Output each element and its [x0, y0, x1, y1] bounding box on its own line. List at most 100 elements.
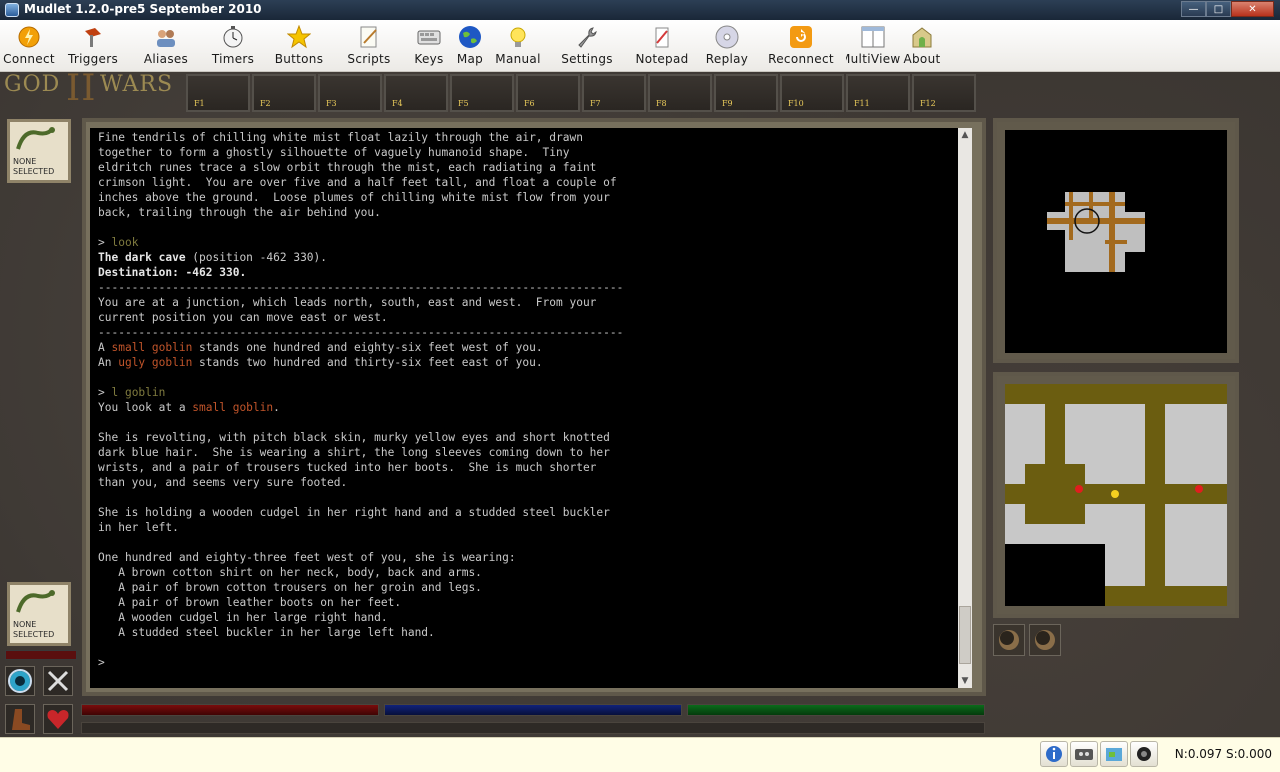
- room-name: The dark cave: [98, 251, 186, 264]
- reconnect-button[interactable]: Reconnect: [766, 23, 836, 69]
- map-toggle-button[interactable]: [1100, 741, 1128, 767]
- console-scrollbar[interactable]: ▲ ▼: [958, 128, 972, 688]
- local-map[interactable]: [1005, 384, 1227, 606]
- fkey-button[interactable]: F10: [780, 74, 844, 112]
- boot-button[interactable]: [5, 704, 35, 734]
- creature-icon: [999, 630, 1019, 650]
- connect-button[interactable]: Connect: [2, 23, 56, 69]
- multiview-icon: [861, 26, 885, 48]
- health-bar: [81, 704, 379, 716]
- overview-map-frame: [993, 118, 1239, 363]
- function-key-bar: F1 F2 F3 F4 F5 F6 F7 F8 F9 F10 F11 F12: [186, 74, 976, 112]
- connect-icon: [18, 26, 40, 48]
- console-command: l goblin: [111, 386, 166, 399]
- about-icon: [912, 27, 932, 48]
- swords-button[interactable]: [43, 666, 73, 696]
- separator-line: ----------------------------------------…: [98, 326, 624, 339]
- creature-button-2[interactable]: [1029, 624, 1061, 656]
- overview-map[interactable]: [1005, 130, 1227, 353]
- about-button[interactable]: About: [902, 23, 942, 69]
- fkey-button[interactable]: F12: [912, 74, 976, 112]
- main-console[interactable]: Fine tendrils of chilling white mist flo…: [90, 128, 958, 688]
- notepad-button[interactable]: Notepad: [634, 23, 690, 69]
- multiview-button[interactable]: MultiView: [846, 23, 900, 69]
- manual-button[interactable]: Manual: [494, 23, 542, 69]
- fkey-button[interactable]: F2: [252, 74, 316, 112]
- fkey-button[interactable]: F3: [318, 74, 382, 112]
- minimize-button[interactable]: —: [1181, 1, 1206, 17]
- mob-holding: She is holding a wooden cudgel in her ri…: [98, 506, 610, 534]
- creature-icon: [1035, 630, 1055, 650]
- buttons-button[interactable]: Buttons: [272, 23, 326, 69]
- fkey-button[interactable]: F11: [846, 74, 910, 112]
- local-map-frame: [993, 372, 1239, 618]
- title-bar: Mudlet 1.2.0-pre5 September 2010 — □ ✕: [0, 0, 1280, 20]
- scroll-down-arrow-icon[interactable]: ▼: [958, 674, 972, 688]
- serpent-icon: [16, 127, 55, 150]
- map-icon: [1106, 748, 1122, 761]
- destination-line: Destination: -462 330.: [98, 266, 247, 279]
- lightbulb-icon: [510, 27, 526, 47]
- fkey-button[interactable]: F1: [186, 74, 250, 112]
- connection-button[interactable]: [1130, 741, 1158, 767]
- close-button[interactable]: ✕: [1231, 1, 1274, 17]
- keys-button[interactable]: Keys: [410, 23, 448, 69]
- globe-icon: [459, 26, 481, 48]
- window-title: Mudlet 1.2.0-pre5 September 2010: [24, 2, 262, 16]
- main-toolbar: Connect Triggers Aliases Timers Buttons …: [0, 20, 1280, 72]
- aliases-icon: [157, 30, 175, 47]
- fkey-button[interactable]: F5: [450, 74, 514, 112]
- console-command: look: [111, 236, 139, 249]
- separator-line: ----------------------------------------…: [98, 281, 624, 294]
- mob-equipment: One hundred and eighty-three feet west o…: [98, 551, 516, 639]
- map-button[interactable]: Map: [454, 23, 486, 69]
- info-button[interactable]: [1040, 741, 1068, 767]
- eye-button[interactable]: [5, 666, 35, 696]
- aliases-button[interactable]: Aliases: [138, 23, 194, 69]
- fkey-button[interactable]: F8: [648, 74, 712, 112]
- status-bar: N:0.097 S:0.000: [0, 737, 1280, 772]
- record-button[interactable]: [1070, 741, 1098, 767]
- fkey-button[interactable]: F6: [516, 74, 580, 112]
- target-health-bar: [5, 650, 77, 660]
- movement-bar: [687, 704, 985, 716]
- target-portrait-top[interactable]: NONE SELECTED: [7, 119, 71, 183]
- window-controls: — □ ✕: [1181, 1, 1274, 17]
- reconnect-icon: [790, 26, 812, 48]
- replay-button[interactable]: Replay: [704, 23, 750, 69]
- maximize-button[interactable]: □: [1206, 1, 1231, 17]
- scripts-button[interactable]: Scripts: [342, 23, 396, 69]
- keyboard-icon: [417, 30, 441, 45]
- settings-button[interactable]: Settings: [556, 23, 618, 69]
- cassette-icon: [1075, 749, 1093, 760]
- heart-icon: [47, 710, 69, 729]
- mob-description: She is revolting, with pitch black skin,…: [98, 431, 610, 489]
- scroll-up-arrow-icon[interactable]: ▲: [958, 128, 972, 142]
- room-exits: You are at a junction, which leads north…: [98, 296, 597, 324]
- fkey-button[interactable]: F4: [384, 74, 448, 112]
- disc-icon: [715, 25, 739, 49]
- eye-icon: [8, 669, 32, 693]
- fkey-button[interactable]: F9: [714, 74, 778, 112]
- game-logo: GOD II WARS: [4, 68, 174, 109]
- mob-name: small goblin: [192, 401, 274, 414]
- input-line-bar[interactable]: [81, 722, 985, 734]
- notepad-icon: [655, 27, 669, 48]
- timer-icon: [223, 26, 243, 48]
- fkey-button[interactable]: F7: [582, 74, 646, 112]
- overview-map-graphic: [1047, 192, 1145, 272]
- boot-icon: [12, 709, 30, 730]
- console-intro: Fine tendrils of chilling white mist flo…: [98, 131, 617, 219]
- scroll-thumb[interactable]: [959, 606, 971, 664]
- connection-icon: [1137, 747, 1151, 761]
- target-portrait-bottom[interactable]: NONE SELECTED: [7, 582, 71, 646]
- serpent-icon: [16, 590, 55, 613]
- star-icon: [287, 25, 311, 49]
- local-map-graphic: [1005, 384, 1227, 606]
- triggers-icon: [85, 28, 101, 47]
- heart-button[interactable]: [43, 704, 73, 734]
- triggers-button[interactable]: Triggers: [62, 23, 124, 69]
- creature-button-1[interactable]: [993, 624, 1025, 656]
- wrench-icon: [578, 27, 597, 48]
- timers-button[interactable]: Timers: [208, 23, 258, 69]
